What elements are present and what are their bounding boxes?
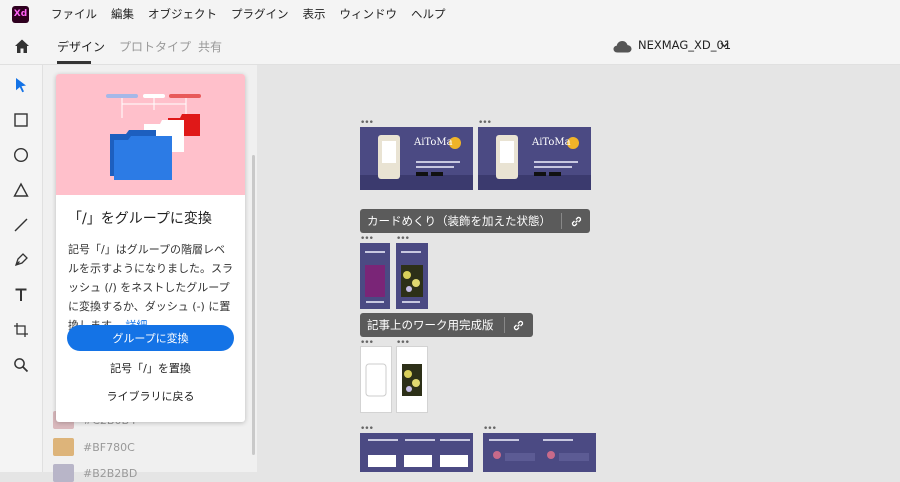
text-icon	[15, 288, 27, 301]
rectangle-icon	[14, 113, 28, 127]
artboard-icon	[14, 323, 28, 337]
menu-view[interactable]: 表示	[303, 6, 326, 22]
ellipse-tool[interactable]	[11, 145, 31, 165]
ellipse-icon	[13, 147, 29, 163]
zoom-tool[interactable]	[11, 355, 31, 375]
document-name[interactable]: NEXMAG_XD_01	[638, 38, 731, 52]
color-swatch-row[interactable]: #BF780C	[53, 438, 135, 456]
artboard-tool[interactable]	[11, 320, 31, 340]
top-toolbar: デザイン プロトタイプ 共有 NEXMAG_XD_01	[0, 28, 900, 65]
cloud-document-icon	[613, 41, 632, 53]
artboard-preview	[368, 439, 470, 467]
artboard-group-label[interactable]: 記事上のワーク用完成版	[360, 313, 533, 337]
menu-file[interactable]: ファイル	[51, 6, 97, 22]
artboard-thumbnail[interactable]	[360, 433, 473, 472]
line-tool[interactable]	[11, 215, 31, 235]
menu-window[interactable]: ウィンドウ	[340, 6, 398, 22]
dialog-description: 記号「/」はグループの階層レベルを示すようになりました。スラッシュ (/) をネ…	[68, 243, 233, 332]
artboard-preview	[365, 251, 385, 303]
artboard-preview	[401, 251, 423, 303]
menu-plugins[interactable]: プラグイン	[231, 6, 289, 22]
polygon-tool[interactable]	[11, 180, 31, 200]
pen-tool[interactable]	[11, 250, 31, 270]
artboard-handle[interactable]: •••	[360, 235, 374, 244]
artboard-thumbnail[interactable]: AiToMa	[478, 127, 591, 190]
menu-bar: Xd ファイル 編集 オブジェクト プラグイン 表示 ウィンドウ ヘルプ	[0, 0, 900, 28]
artboard-group-label[interactable]: カードめくり（装飾を加えた状態）	[360, 209, 590, 233]
color-swatch[interactable]	[53, 464, 74, 482]
text-tool[interactable]	[11, 285, 31, 305]
artboard-title-text: AiToMa	[532, 137, 571, 148]
artboard-thumbnail[interactable]	[483, 433, 596, 472]
artboard-preview	[402, 364, 422, 396]
chevron-down-icon[interactable]	[720, 41, 729, 49]
color-swatch-label: #B2B2BD	[83, 466, 138, 480]
dialog-illustration	[56, 74, 245, 195]
dialog-title: 「/」をグループに変換	[68, 211, 212, 227]
artboard-thumbnail[interactable]: AiToMa	[360, 127, 473, 190]
artboard-thumbnail[interactable]	[396, 243, 428, 309]
artboard-preview	[365, 363, 387, 397]
pen-icon	[14, 253, 28, 267]
xd-logo: Xd	[12, 5, 29, 23]
pointer-icon	[16, 78, 26, 93]
artboard-handle[interactable]: •••	[360, 425, 374, 434]
menu-help[interactable]: ヘルプ	[411, 6, 446, 22]
folder-hierarchy-illustration	[106, 94, 201, 180]
tab-design[interactable]: デザイン	[57, 38, 105, 55]
color-swatch[interactable]	[53, 438, 74, 456]
active-tab-indicator	[57, 61, 91, 64]
menu-edit[interactable]: 編集	[111, 6, 134, 22]
artboard-handle[interactable]: •••	[483, 425, 497, 434]
color-swatch-row[interactable]: #B2B2BD	[53, 464, 137, 482]
artboard-thumbnail[interactable]	[396, 346, 428, 413]
back-to-library-button[interactable]: ライブラリに戻る	[56, 388, 245, 404]
zoom-icon	[14, 358, 29, 373]
select-tool[interactable]	[11, 75, 31, 95]
tool-bar	[0, 65, 43, 472]
artboard-handle[interactable]: •••	[360, 119, 374, 128]
artboard-preview	[489, 439, 589, 461]
line-icon	[14, 218, 28, 232]
home-icon[interactable]	[13, 37, 31, 55]
convert-slash-dialog: 「/」をグループに変換 記号「/」はグループの階層レベルを示すようになりました。…	[56, 74, 245, 422]
color-swatch-label: #BF780C	[83, 440, 135, 454]
artboard-handle[interactable]: •••	[396, 235, 410, 244]
link-icon[interactable]	[505, 313, 533, 337]
panel-scrollbar[interactable]	[252, 155, 255, 455]
replace-slash-button[interactable]: 記号「/」を置換	[56, 360, 245, 376]
dialog-body: 記号「/」はグループの階層レベルを示すようになりました。スラッシュ (/) をネ…	[68, 240, 236, 335]
artboard-handle[interactable]: •••	[478, 119, 492, 128]
link-icon[interactable]	[562, 209, 590, 233]
artboard-thumbnail[interactable]	[360, 243, 390, 309]
menu-object[interactable]: オブジェクト	[148, 6, 217, 22]
tab-prototype[interactable]: プロトタイプ	[119, 38, 191, 55]
tab-share[interactable]: 共有	[198, 38, 222, 55]
artboard-thumbnail[interactable]	[360, 346, 392, 413]
artboard-title-text: AiToMa	[414, 137, 453, 148]
triangle-icon	[13, 182, 29, 197]
group-name: カードめくり（装飾を加えた状態）	[367, 214, 551, 228]
rectangle-tool[interactable]	[11, 110, 31, 130]
group-name: 記事上のワーク用完成版	[367, 318, 494, 332]
convert-to-group-button[interactable]: グループに変換	[67, 325, 234, 351]
